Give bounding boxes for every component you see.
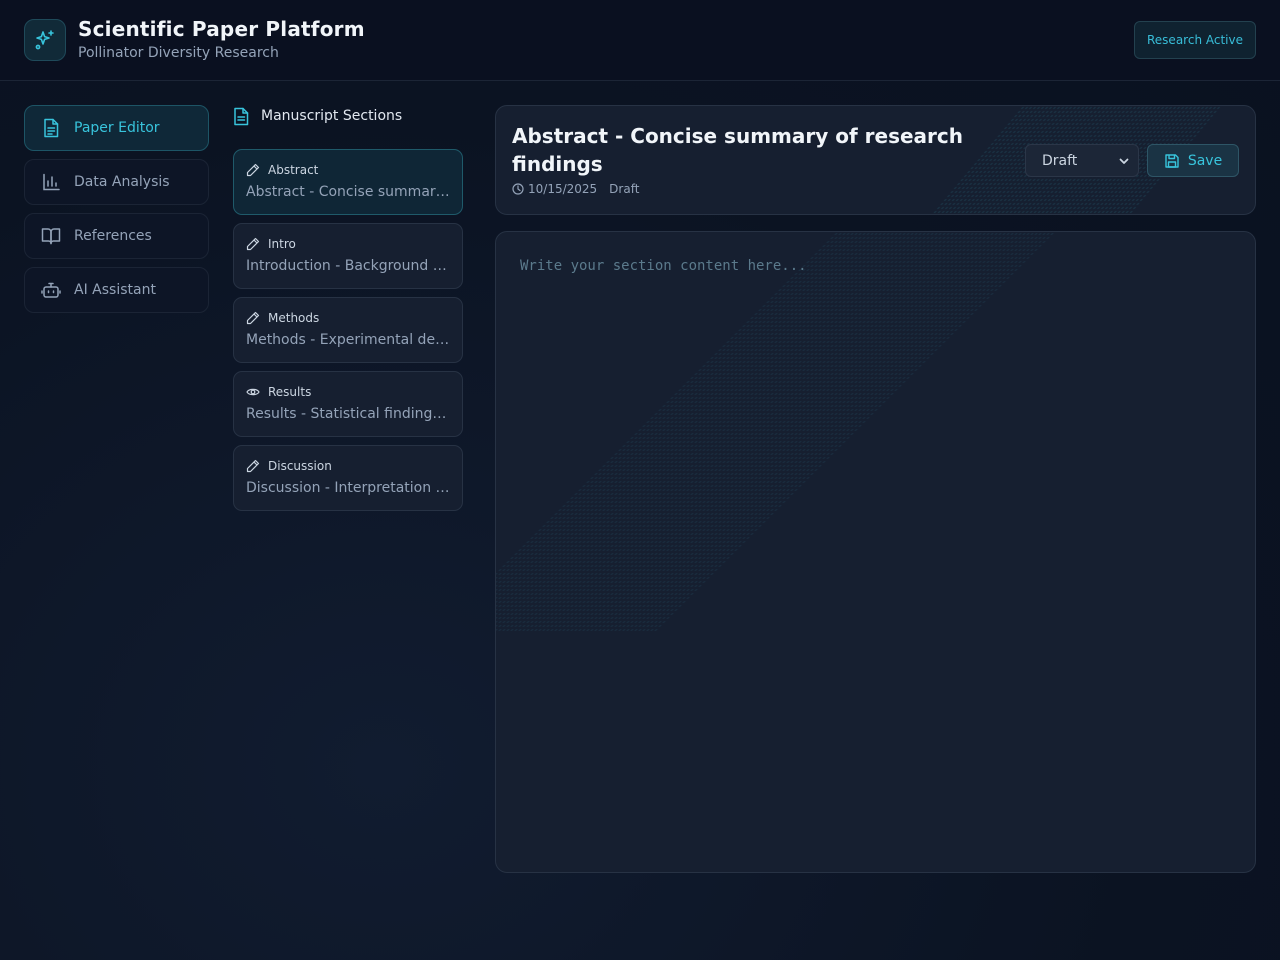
section-name: Discussion (268, 459, 332, 473)
bot-icon (41, 280, 61, 300)
section-name: Results (268, 385, 312, 399)
editor-section-title: Abstract - Concise summary of research f… (512, 124, 963, 176)
research-status-badge: Research Active (1134, 21, 1256, 59)
nav-paper-editor[interactable]: Paper Editor (24, 105, 209, 151)
section-card-abstract[interactable]: Abstract Abstract - Concise summary of r… (233, 149, 463, 215)
pencil-icon (246, 459, 260, 473)
app-subtitle: Pollinator Diversity Research (78, 45, 279, 61)
book-icon (41, 226, 61, 246)
section-card-intro[interactable]: Intro Introduction - Background and rese… (233, 223, 463, 289)
section-card-discussion[interactable]: Discussion Discussion - Interpretation o… (233, 445, 463, 511)
nav-references[interactable]: References (24, 213, 209, 259)
section-card-results[interactable]: Results Results - Statistical findings a… (233, 371, 463, 437)
nav-label: AI Assistant (74, 282, 156, 298)
section-summary: Abstract - Concise summary of research f… (246, 184, 450, 200)
sections-heading: Manuscript Sections (233, 104, 402, 128)
nav-label: Data Analysis (74, 174, 170, 190)
save-button[interactable]: Save (1147, 144, 1239, 177)
pencil-icon (246, 311, 260, 325)
nav-label: References (74, 228, 152, 244)
eye-icon (246, 385, 260, 399)
section-name: Intro (268, 237, 296, 251)
sparkles-logo-icon (24, 19, 66, 61)
nav-data-analysis[interactable]: Data Analysis (24, 159, 209, 205)
pencil-icon (246, 163, 260, 177)
editor-header-card: Abstract - Concise summary of research f… (495, 105, 1256, 215)
status-select[interactable]: Draft (1025, 144, 1139, 177)
chevron-down-icon (1119, 158, 1129, 164)
pencil-icon (246, 237, 260, 251)
section-summary: Discussion - Interpretation of results (246, 480, 450, 496)
section-summary: Methods - Experimental design and proced… (246, 332, 450, 348)
document-icon (41, 118, 61, 138)
editor-status-text: Draft (609, 182, 640, 196)
bar-chart-icon (41, 172, 61, 192)
editor-date: 10/15/2025 (528, 182, 598, 196)
document-icon (233, 106, 253, 126)
sections-heading-label: Manuscript Sections (261, 108, 403, 124)
editor-meta: 10/15/2025 Draft (512, 182, 639, 196)
app-header: Scientific Paper Platform Pollinator Div… (0, 0, 1280, 81)
save-icon (1164, 153, 1180, 169)
nav-label: Paper Editor (74, 120, 160, 136)
section-summary: Results - Statistical findings and data (246, 406, 450, 422)
section-content-textarea[interactable] (496, 232, 1255, 872)
status-select-value: Draft (1042, 152, 1078, 169)
section-name: Methods (268, 311, 320, 325)
save-button-label: Save (1187, 152, 1223, 169)
app-title: Scientific Paper Platform (78, 17, 365, 41)
editor-content-card (495, 231, 1256, 873)
clock-icon (512, 183, 524, 195)
section-name: Abstract (268, 163, 319, 177)
section-card-methods[interactable]: Methods Methods - Experimental design an… (233, 297, 463, 363)
section-summary: Introduction - Background and research q… (246, 258, 450, 274)
nav-ai-assistant[interactable]: AI Assistant (24, 267, 209, 313)
